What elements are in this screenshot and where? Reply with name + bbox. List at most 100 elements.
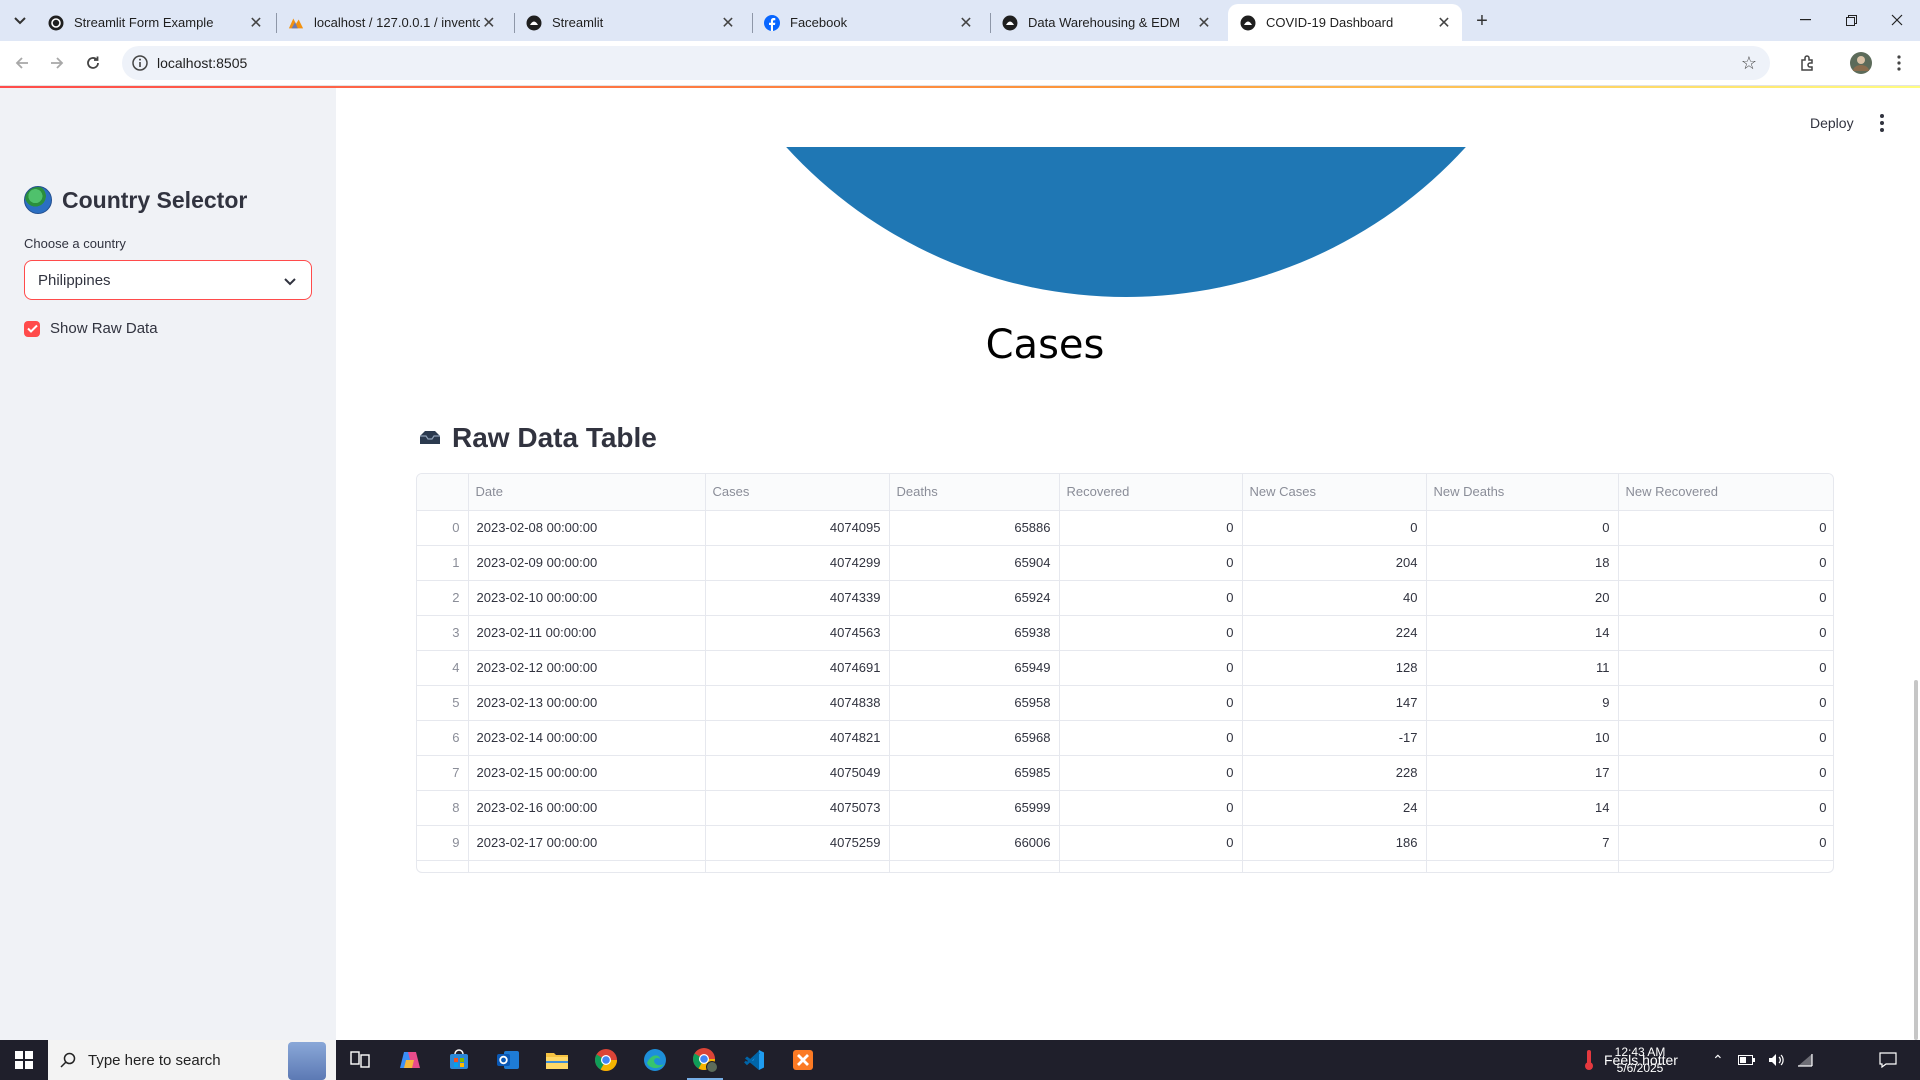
table-cell[interactable]: 0 [1059, 720, 1243, 756]
row-index-cell[interactable]: 8 [417, 790, 469, 826]
back-button[interactable] [7, 48, 37, 78]
table-cell[interactable]: 0 [1059, 615, 1243, 651]
table-row[interactable]: 0 2023-02-08 00:00:00 4074095 65886 0 0 0 0 [417, 510, 1833, 546]
table-cell[interactable]: 2023-02-16 00:00:00 [468, 790, 706, 826]
table-cell[interactable]: 0 [1059, 685, 1243, 721]
table-cell[interactable]: 2023-02-17 00:00:00 [468, 825, 706, 861]
table-cell[interactable]: 7 [1426, 825, 1619, 861]
profile-avatar-icon[interactable] [1848, 50, 1874, 76]
table-cell[interactable]: 4074821 [705, 720, 890, 756]
table-cell[interactable]: 2023-02-09 00:00:00 [468, 545, 706, 581]
table-cell[interactable]: 0 [1059, 545, 1243, 581]
tab-streamlit-form-example[interactable]: Streamlit Form Example ✕ [36, 4, 274, 41]
taskbar-search[interactable]: Type here to search [48, 1040, 336, 1080]
store-icon[interactable] [435, 1040, 483, 1080]
table-cell[interactable]: 0 [1618, 825, 1833, 861]
close-icon[interactable]: ✕ [246, 13, 266, 33]
chevron-up-icon[interactable]: ⌃ [1712, 1052, 1724, 1069]
site-info-icon[interactable] [131, 54, 149, 72]
table-cell[interactable]: 24 [1242, 790, 1427, 826]
table-cell[interactable]: 10 [1426, 720, 1619, 756]
browser-menu-icon[interactable] [1886, 50, 1912, 76]
column-header[interactable]: New Cases [1242, 474, 1427, 511]
table-cell[interactable]: 65924 [889, 580, 1060, 616]
volume-icon[interactable] [1768, 1053, 1784, 1067]
table-cell[interactable]: 4074339 [705, 580, 890, 616]
column-header[interactable]: New Recovered [1618, 474, 1833, 511]
column-header[interactable]: Recovered [1059, 474, 1243, 511]
table-cell[interactable]: 0 [1618, 615, 1833, 651]
address-bar[interactable]: localhost:8505 ☆ [122, 46, 1770, 80]
table-cell[interactable]: 0 [1618, 685, 1833, 721]
table-cell[interactable]: 9 [1426, 685, 1619, 721]
table-cell[interactable]: 0 [1618, 720, 1833, 756]
table-cell[interactable]: 0 [1059, 650, 1243, 686]
table-cell[interactable]: 2023-02-12 00:00:00 [468, 650, 706, 686]
file-explorer-icon[interactable] [533, 1040, 581, 1080]
table-cell[interactable]: 2023-02-10 00:00:00 [468, 580, 706, 616]
table-cell[interactable]: 147 [1242, 685, 1427, 721]
row-index-cell[interactable]: 4 [417, 650, 469, 686]
column-header[interactable]: New Deaths [1426, 474, 1619, 511]
close-icon[interactable]: ✕ [480, 13, 498, 33]
notifications-icon[interactable] [1864, 1040, 1912, 1080]
column-header[interactable]: Deaths [889, 474, 1060, 511]
table-cell[interactable]: 14 [1426, 615, 1619, 651]
table-cell[interactable]: 2023-02-11 00:00:00 [468, 615, 706, 651]
forward-button[interactable] [42, 48, 72, 78]
table-cell[interactable]: 65949 [889, 650, 1060, 686]
table-cell[interactable]: 0 [1059, 755, 1243, 791]
table-cell[interactable]: 2023-02-14 00:00:00 [468, 720, 706, 756]
table-cell[interactable]: 2023-02-15 00:00:00 [468, 755, 706, 791]
table-cell[interactable]: 4075073 [705, 790, 890, 826]
table-cell[interactable]: 0 [1059, 825, 1243, 861]
table-cell[interactable]: 4074838 [705, 685, 890, 721]
tab-data-warehousing[interactable]: Data Warehousing & EDM ✕ [990, 4, 1222, 41]
reload-button[interactable] [78, 48, 108, 78]
table-row[interactable]: 8 2023-02-16 00:00:00 4075073 65999 0 24 14 0 [417, 790, 1833, 826]
table-cell[interactable]: 0 [1618, 755, 1833, 791]
table-cell[interactable]: 18 [1426, 545, 1619, 581]
table-row[interactable]: 4 2023-02-12 00:00:00 4074691 65949 0 128 11 0 [417, 650, 1833, 686]
close-window-button[interactable] [1874, 0, 1920, 40]
table-cell[interactable]: 4074095 [705, 510, 890, 546]
table-cell[interactable]: 0 [1618, 790, 1833, 826]
chrome-icon[interactable] [582, 1040, 630, 1080]
table-cell[interactable]: 2023-02-13 00:00:00 [468, 685, 706, 721]
battery-icon[interactable] [1737, 1054, 1756, 1066]
table-cell[interactable]: 2023-02-08 00:00:00 [468, 510, 706, 546]
new-tab-button[interactable]: + [1468, 7, 1496, 35]
country-select[interactable]: Philippines [24, 260, 312, 300]
main-menu-icon[interactable] [1872, 112, 1892, 134]
copilot-icon[interactable] [386, 1040, 434, 1080]
close-icon[interactable]: ✕ [1434, 13, 1454, 33]
chrome-profile-icon[interactable] [681, 1040, 729, 1080]
table-cell[interactable]: 4074691 [705, 650, 890, 686]
tab-streamlit[interactable]: Streamlit ✕ [514, 4, 746, 41]
table-cell[interactable]: 186 [1242, 825, 1427, 861]
table-cell[interactable]: 228 [1242, 755, 1427, 791]
table-cell[interactable]: 224 [1242, 615, 1427, 651]
start-button[interactable] [0, 1040, 48, 1080]
tab-covid-dashboard[interactable]: COVID-19 Dashboard ✕ [1228, 4, 1462, 41]
table-cell[interactable]: 65985 [889, 755, 1060, 791]
table-cell[interactable]: 65904 [889, 545, 1060, 581]
raw-data-table[interactable]: Date Cases Deaths Recovered New Cases Ne… [416, 473, 1834, 873]
table-cell[interactable]: 0 [1059, 580, 1243, 616]
deploy-button[interactable]: Deploy [1810, 115, 1854, 131]
row-index-cell[interactable]: 6 [417, 720, 469, 756]
wifi-icon[interactable] [1796, 1053, 1814, 1067]
extensions-icon[interactable] [1795, 50, 1821, 76]
table-cell[interactable]: 0 [1059, 790, 1243, 826]
table-cell[interactable]: 0 [1618, 545, 1833, 581]
table-row[interactable]: 1 2023-02-09 00:00:00 4074299 65904 0 204 18 0 [417, 545, 1833, 581]
column-header[interactable]: Cases [705, 474, 890, 511]
table-cell[interactable]: 14 [1426, 790, 1619, 826]
table-row[interactable]: 9 2023-02-17 00:00:00 4075259 66006 0 186 7 0 [417, 825, 1833, 861]
row-index-cell[interactable]: 0 [417, 510, 469, 546]
table-cell[interactable]: 4075049 [705, 755, 890, 791]
url-text[interactable]: localhost:8505 [157, 55, 247, 71]
vscode-icon[interactable] [730, 1040, 778, 1080]
restore-button[interactable] [1828, 0, 1874, 40]
table-cell[interactable]: 0 [1618, 650, 1833, 686]
